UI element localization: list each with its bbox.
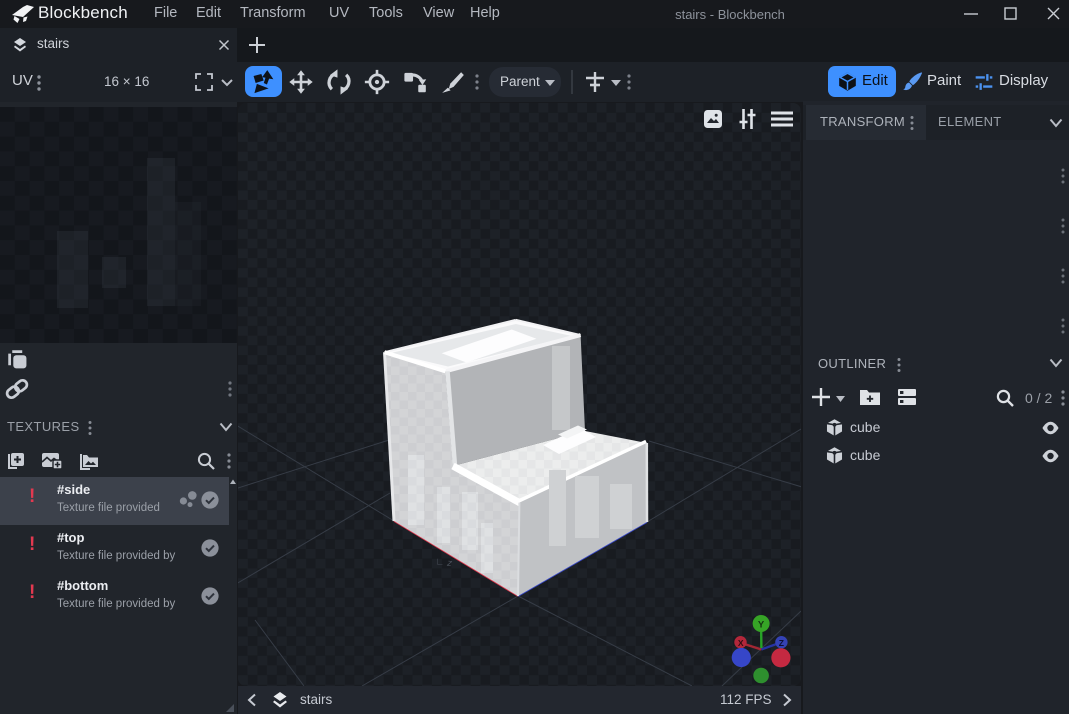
svg-text:Z: Z xyxy=(779,638,784,648)
svg-text:X: X xyxy=(738,638,744,648)
svg-text:∟ z: ∟ z xyxy=(435,556,453,569)
svg-text:Y: Y xyxy=(758,620,765,631)
